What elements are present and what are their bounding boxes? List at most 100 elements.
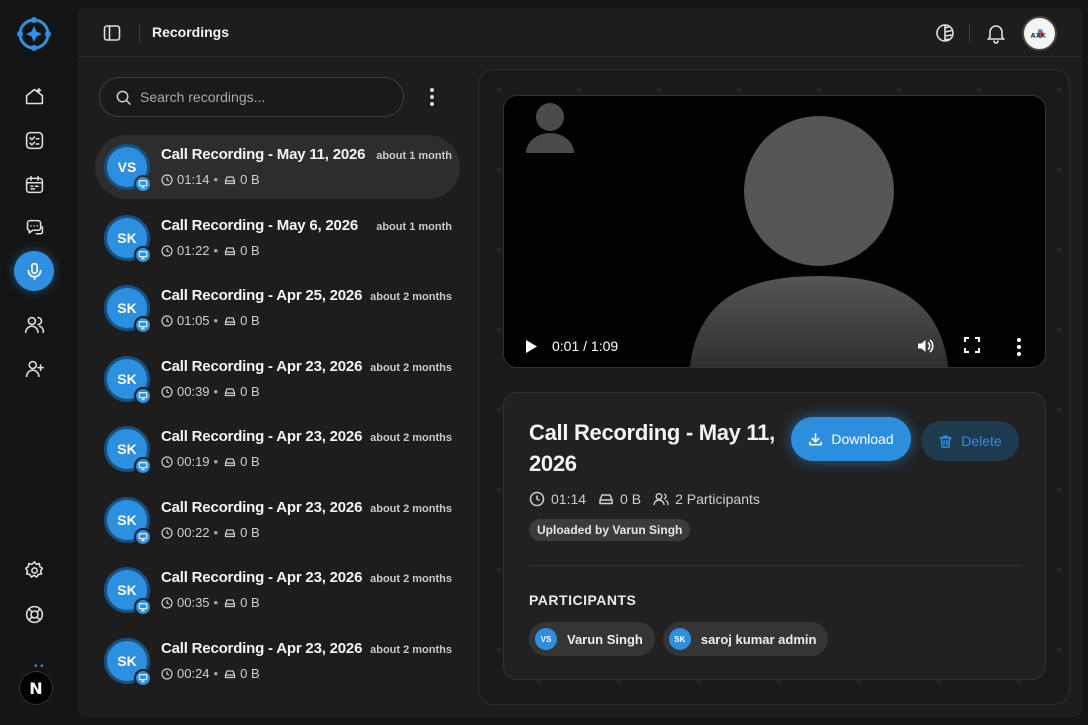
recording-item-size: 0 B <box>240 595 260 610</box>
storage-icon <box>225 457 236 466</box>
recording-age: about 2 months <box>370 644 452 656</box>
recording-age: about 2 months <box>370 432 452 444</box>
user-avatar[interactable]: AXK <box>1022 16 1057 51</box>
screen-share-icon <box>134 175 152 193</box>
recording-item-meta: 00:35 • 0 B <box>161 595 260 610</box>
nav-chat-icon[interactable] <box>16 210 52 246</box>
recording-list-item[interactable]: SK Call Recording - Apr 23, 2026 about 2 m… <box>95 417 460 481</box>
recording-item-size: 0 B <box>240 525 260 540</box>
top-bar: Recordings AXK <box>78 8 1082 57</box>
recording-item-meta: 01:14 • 0 B <box>161 172 260 187</box>
screen-share-icon <box>134 457 152 475</box>
download-button[interactable]: Download <box>791 417 911 461</box>
nav-home-icon[interactable] <box>16 78 52 114</box>
separator-dot: • <box>213 384 219 399</box>
separator-dot: • <box>213 172 219 187</box>
participants-list: VS Varun Singh SK saroj kumar admin <box>529 622 829 656</box>
avatar-text: AXK <box>1030 31 1046 39</box>
page-title: Recordings <box>152 24 230 40</box>
participant-name: saroj kumar admin <box>700 631 817 647</box>
divider <box>969 24 970 42</box>
nav-settings-gear-icon[interactable] <box>16 552 52 588</box>
nav-users-icon[interactable] <box>16 306 52 342</box>
recording-item-size: 0 B <box>240 172 260 187</box>
trash-icon <box>939 435 953 448</box>
recording-item-size: 0 B <box>240 454 260 469</box>
recording-age: about 2 months <box>370 291 452 303</box>
app-logo-icon[interactable] <box>17 17 51 51</box>
recording-name: Call Recording - Apr 23, 2026 <box>161 569 363 586</box>
delete-button[interactable]: Delete <box>921 421 1019 461</box>
play-icon[interactable] <box>524 339 538 354</box>
nav-recordings-mic-icon[interactable] <box>14 251 54 291</box>
recording-item-size: 0 B <box>240 243 260 258</box>
participants-heading: PARTICIPANTS <box>529 592 637 608</box>
recording-item-meta: 00:22 • 0 B <box>161 525 260 540</box>
local-user-placeholder-icon <box>526 103 574 153</box>
volume-icon[interactable] <box>916 337 934 355</box>
notifications-bell-icon[interactable] <box>985 22 1007 44</box>
storage-icon <box>225 669 236 678</box>
participant-name: Varun Singh <box>567 631 643 647</box>
clock-icon <box>161 173 173 186</box>
separator-dot: • <box>213 595 219 610</box>
recording-list-item[interactable]: SK Call Recording - Apr 25, 2026 about 2 m… <box>95 276 460 340</box>
participant-chip[interactable]: VS Varun Singh <box>529 622 655 656</box>
recording-name: Call Recording - Apr 23, 2026 <box>161 428 363 445</box>
recording-age: about 2 months <box>370 573 452 585</box>
recording-list-item[interactable]: SK Call Recording - Apr 23, 2026 about 2 m… <box>95 488 460 552</box>
participant-chip[interactable]: SK saroj kumar admin <box>662 622 829 656</box>
next-badge[interactable]: N <box>19 671 53 705</box>
recording-age: about 1 month <box>376 221 452 233</box>
search-box <box>99 77 404 117</box>
recording-meta: 01:14 0 B 2 Participants <box>529 491 772 507</box>
fullscreen-icon[interactable] <box>964 337 980 353</box>
theme-toggle-icon[interactable] <box>934 22 956 44</box>
playback-time: 0:01 / 1:09 <box>552 338 619 354</box>
participant-avatar: VS <box>535 628 557 650</box>
recording-name: Call Recording - May 11, 2026 <box>161 146 366 163</box>
video-player[interactable]: 0:01 / 1:09 <box>503 95 1046 368</box>
recording-name: Call Recording - Apr 23, 2026 <box>161 499 363 516</box>
separator-dot: • <box>213 243 219 258</box>
recording-age: about 1 month <box>376 150 452 162</box>
main-panel: Recordings AXK VSCall <box>78 8 1082 717</box>
recording-name: Call Recording - Apr 25, 2026 <box>161 287 363 304</box>
screen-share-icon <box>134 669 152 687</box>
recording-item-meta: 00:24 • 0 B <box>161 666 260 681</box>
separator-dot: • <box>213 666 219 681</box>
nav-help-lifebuoy-icon[interactable] <box>16 596 52 632</box>
recording-duration: 01:14 <box>551 491 587 507</box>
recording-age: about 2 months <box>370 362 452 374</box>
video-more-icon[interactable] <box>1016 338 1022 356</box>
nav-add-user-icon[interactable] <box>16 350 52 386</box>
more-options-icon[interactable] <box>422 86 442 108</box>
participants-icon <box>653 493 669 506</box>
nav-calendar-icon[interactable] <box>16 166 52 202</box>
storage-icon <box>225 316 236 325</box>
search-input[interactable] <box>140 86 390 108</box>
participants-count: 2 Participants <box>675 491 760 507</box>
recording-list-item[interactable]: SK Call Recording - Apr 23, 2026 about 2 m… <box>95 558 460 622</box>
recording-item-duration: 00:19 <box>177 454 210 469</box>
recording-name: Call Recording - Apr 23, 2026 <box>161 358 363 375</box>
clock-icon <box>161 526 173 539</box>
clock-icon <box>529 491 545 507</box>
clock-icon <box>161 385 173 398</box>
screen-share-icon <box>134 387 152 405</box>
screen-share-icon <box>134 316 152 334</box>
recording-list-item[interactable]: SK Call Recording - Apr 23, 2026 about 2 m… <box>95 629 460 693</box>
search-icon <box>116 90 131 105</box>
divider <box>529 565 1021 566</box>
clock-icon <box>161 596 173 609</box>
recording-list-item[interactable]: SK Call Recording - Apr 23, 2026 about 2 m… <box>95 347 460 411</box>
recording-item-meta: 01:22 • 0 B <box>161 243 260 258</box>
storage-icon <box>225 387 236 396</box>
nav-tasks-icon[interactable] <box>16 122 52 158</box>
divider <box>139 24 140 42</box>
recording-list-item[interactable]: VS Call Recording - May 11, 2026 about 1 m… <box>95 135 460 199</box>
recording-item-duration: 00:39 <box>177 384 210 399</box>
recording-list-item[interactable]: SK Call Recording - May 6, 2026 about 1 mo… <box>95 206 460 270</box>
clock-icon <box>161 667 173 680</box>
sidebar-toggle-icon[interactable] <box>102 23 122 43</box>
